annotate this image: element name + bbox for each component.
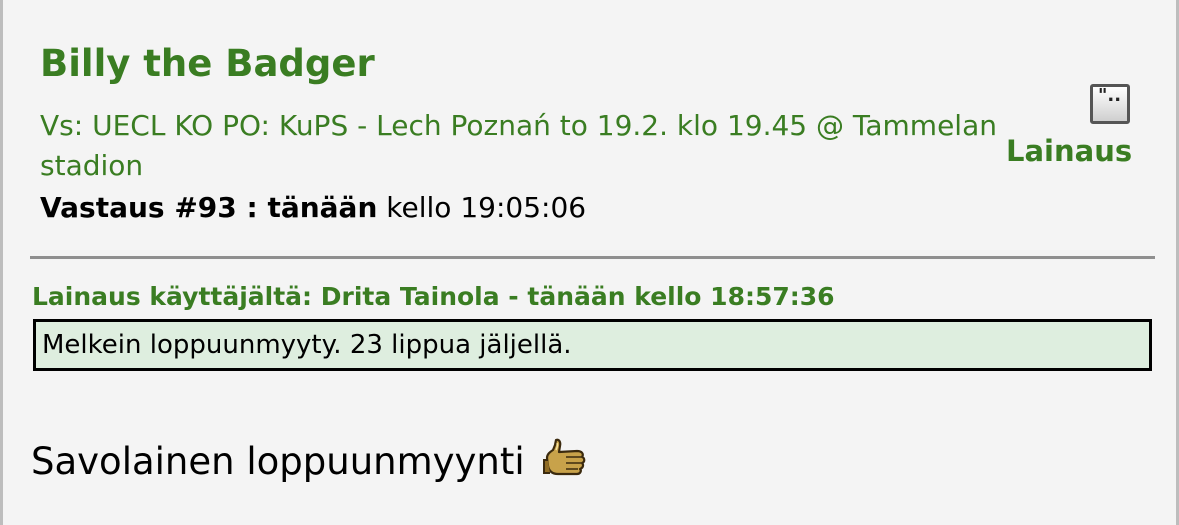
- post-subject[interactable]: Vs: UECL KO PO: KuPS - Lech Poznań to 19…: [40, 106, 1000, 186]
- quote-text: Melkein loppuunmyyty. 23 lippua jäljellä…: [42, 330, 572, 360]
- message-text: Savolainen loppuunmyynti: [31, 440, 525, 483]
- reply-time: kello 19:05:06: [377, 191, 587, 224]
- quote-header[interactable]: Lainaus käyttäjältä: Drita Tainola - tän…: [32, 282, 835, 311]
- thumbs-up-icon: [542, 436, 590, 480]
- post-message: Savolainen loppuunmyynti: [31, 436, 590, 483]
- reply-number: Vastaus #93 : tänään: [40, 191, 378, 224]
- header-divider: [30, 256, 1155, 259]
- post-frame: Billy the Badger Vs: UECL KO PO: KuPS - …: [0, 0, 1179, 525]
- post-author[interactable]: Billy the Badger: [40, 42, 375, 85]
- reply-info: Vastaus #93 : tänään kello 19:05:06: [40, 191, 586, 224]
- quote-button[interactable]: Lainaus: [1003, 84, 1149, 168]
- quote-box: Melkein loppuunmyyty. 23 lippua jäljellä…: [33, 319, 1152, 371]
- quote-button-label[interactable]: Lainaus: [1003, 134, 1149, 168]
- quote-icon[interactable]: [1090, 84, 1130, 124]
